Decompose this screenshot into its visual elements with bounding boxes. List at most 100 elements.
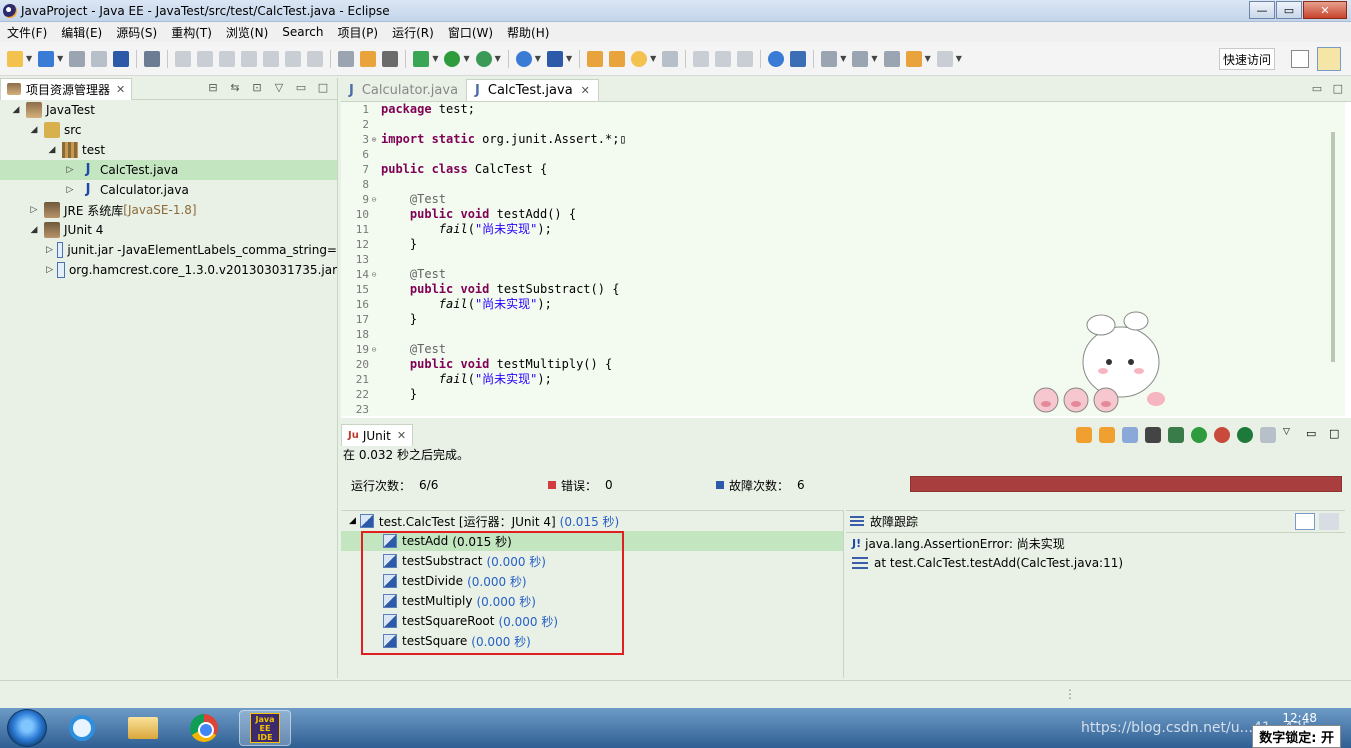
new-package-icon[interactable] (38, 50, 55, 67)
code-line[interactable]: 11 fail("尚未实现"); (341, 222, 1345, 237)
code-line[interactable]: 15 public void testSubstract() { (341, 282, 1345, 297)
tree-item[interactable]: ▷ junit.jar -JavaElementLabels_comma_stri… (0, 240, 337, 260)
chevron-down-icon[interactable]: ▼ (956, 54, 962, 63)
code-line[interactable]: 20 public void testMultiply() { (341, 357, 1345, 372)
fold-toggle-icon[interactable]: ⊖ (369, 342, 379, 357)
collapsed-twisty-icon[interactable]: ▷ (64, 185, 76, 195)
code-line[interactable]: 22 } (341, 387, 1345, 402)
fold-toggle-icon[interactable] (369, 147, 379, 162)
taskbar-explorer[interactable] (117, 710, 169, 746)
fold-toggle-icon[interactable] (369, 252, 379, 267)
web-icon[interactable] (515, 50, 532, 67)
code-line[interactable]: 23 (341, 402, 1345, 416)
focus-icon[interactable]: ⊡ (249, 81, 265, 97)
stop-icon[interactable] (1237, 427, 1253, 443)
fold-toggle-icon[interactable] (369, 102, 379, 117)
code-line[interactable]: 21 fail("尚未实现"); (341, 372, 1345, 387)
maximize-button[interactable]: ▭ (1276, 1, 1302, 19)
tab-calctest-java[interactable]: J CalcTest.java ✕ (466, 79, 599, 101)
chevron-down-icon[interactable]: ▼ (495, 54, 501, 63)
run-icon[interactable] (444, 50, 461, 67)
code-line[interactable]: 13 (341, 252, 1345, 267)
menu-help[interactable]: 帮助(H) (500, 24, 556, 41)
prev-failure-icon[interactable] (1099, 427, 1115, 443)
chevron-down-icon[interactable]: ▼ (871, 54, 877, 63)
expanded-twisty-icon[interactable]: ◢ (28, 225, 40, 235)
whitespace-icon[interactable] (737, 50, 754, 67)
fold-toggle-icon[interactable] (369, 237, 379, 252)
chevron-down-icon[interactable]: ▼ (463, 54, 469, 63)
minimize-view-icon[interactable]: ▭ (293, 81, 309, 97)
minimize-view-icon[interactable]: ▭ (1306, 427, 1322, 443)
code-line[interactable]: 16 fail("尚未实现"); (341, 297, 1345, 312)
code-editor[interactable]: 1 package test; 2 3 ⊕ import static org.junit… (341, 102, 1345, 416)
new-icon[interactable] (7, 50, 23, 67)
chevron-down-icon[interactable]: ▼ (650, 54, 656, 63)
minimize-button[interactable]: — (1249, 1, 1275, 19)
disconnect-icon[interactable] (241, 50, 258, 67)
fold-toggle-icon[interactable]: ⊕ (369, 132, 379, 147)
editor-view-controls[interactable]: ▭ □ (1312, 82, 1343, 95)
code-line[interactable]: 7 public class CalcTest { (341, 162, 1345, 177)
word-wrap-icon[interactable] (693, 50, 710, 67)
close-button[interactable]: ✕ (1303, 1, 1347, 19)
tab-calculator-java[interactable]: J Calculator.java (341, 79, 466, 101)
menu-window[interactable]: 窗口(W) (441, 24, 500, 41)
clock[interactable]: 12:48 (1282, 711, 1317, 725)
fold-toggle-icon[interactable] (369, 222, 379, 237)
chevron-down-icon[interactable]: ▼ (535, 54, 541, 63)
code-line[interactable]: 18 (341, 327, 1345, 342)
rerun-icon[interactable] (1191, 427, 1207, 443)
coverage-icon[interactable] (475, 50, 492, 67)
code-line[interactable]: 8 (341, 177, 1345, 192)
scroll-lock-icon[interactable] (1145, 427, 1161, 443)
maximize-view-icon[interactable]: □ (1329, 427, 1345, 443)
filter-stack-icon[interactable] (1295, 513, 1315, 530)
code-line[interactable]: 17 } (341, 312, 1345, 327)
hierarchy-icon[interactable] (790, 50, 807, 67)
next-failure-icon[interactable] (1076, 427, 1092, 443)
code-line[interactable]: 6 (341, 147, 1345, 162)
fold-toggle-icon[interactable] (369, 282, 379, 297)
globe-icon[interactable] (768, 50, 785, 67)
expanded-twisty-icon[interactable]: ◢ (28, 125, 40, 135)
menu-edit[interactable]: 编辑(E) (54, 24, 109, 41)
expanded-twisty-icon[interactable]: ◢ (46, 145, 58, 155)
tree-item[interactable]: ◢ JavaTest (0, 100, 337, 120)
save-icon[interactable] (69, 50, 86, 67)
code-line[interactable]: 3 ⊕ import static org.junit.Assert.*;▯ (341, 132, 1345, 147)
fold-toggle-icon[interactable] (369, 357, 379, 372)
prev-annotation-icon[interactable] (852, 50, 869, 67)
step-over-icon[interactable] (285, 50, 302, 67)
collapsed-twisty-icon[interactable]: ▷ (46, 265, 53, 275)
chevron-down-icon[interactable]: ▼ (26, 54, 32, 63)
open-type-icon[interactable] (587, 50, 604, 67)
fold-toggle-icon[interactable] (369, 297, 379, 312)
toggle-block-icon[interactable] (338, 50, 355, 67)
chevron-down-icon[interactable]: ▼ (840, 54, 846, 63)
next-annotation-icon[interactable] (821, 50, 838, 67)
debug-icon[interactable] (413, 50, 430, 67)
code-line[interactable]: 14 ⊖ @Test (341, 267, 1345, 282)
test-suite-row[interactable]: ◢ test.CalcTest [运行器：JUnit 4] (0.015 秒) (341, 511, 843, 531)
fold-toggle-icon[interactable] (369, 402, 379, 416)
trace-line[interactable]: at test.CalcTest.testAdd(CalcTest.java:1… (846, 553, 1345, 573)
start-button[interactable] (7, 709, 47, 747)
step-return-icon[interactable] (307, 50, 324, 67)
fold-toggle-icon[interactable]: ⊖ (369, 192, 379, 207)
menu-project[interactable]: 项目(P) (331, 24, 386, 41)
overview-ruler[interactable] (1331, 132, 1335, 362)
chevron-down-icon[interactable]: ▼ (432, 54, 438, 63)
fold-toggle-icon[interactable] (369, 117, 379, 132)
history-icon[interactable] (1168, 427, 1184, 443)
resume-icon[interactable] (175, 50, 192, 67)
menu-file[interactable]: 文件(F) (0, 24, 54, 41)
tree-item[interactable]: ▷ J Calculator.java (0, 180, 337, 200)
compare-result-icon[interactable] (1319, 513, 1339, 530)
block-select-icon[interactable] (715, 50, 732, 67)
suspend-icon[interactable] (197, 50, 214, 67)
chevron-down-icon[interactable]: ▼ (57, 54, 63, 63)
tab-package-explorer[interactable]: 项目资源管理器 ✕ (0, 77, 133, 100)
collapsed-twisty-icon[interactable]: ▷ (28, 205, 40, 215)
server-icon[interactable] (546, 50, 563, 67)
